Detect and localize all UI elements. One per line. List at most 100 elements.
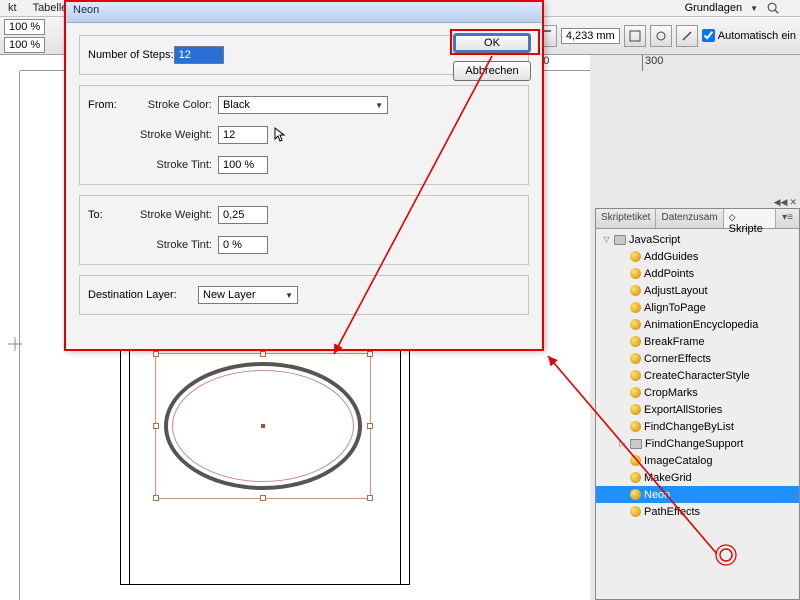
stroke-color-dropdown[interactable]: Black▼ — [218, 96, 388, 114]
panel-close-icon[interactable]: ✕ — [789, 197, 797, 208]
tree-item-label: AddPoints — [644, 268, 694, 280]
disclosure-triangle-icon[interactable] — [618, 337, 627, 346]
disclosure-triangle-icon[interactable] — [618, 371, 627, 380]
selection-handle[interactable] — [153, 423, 159, 429]
disclosure-triangle-icon[interactable] — [618, 490, 627, 499]
tree-row[interactable]: FindChangeByList — [596, 418, 799, 435]
tab-skriptetiket[interactable]: Skriptetiket — [596, 209, 656, 228]
stroke-tint-from-label: Stroke Tint: — [136, 159, 218, 171]
tree-item-label: AdjustLayout — [644, 285, 708, 297]
disclosure-triangle-icon[interactable] — [602, 235, 611, 244]
effects-button[interactable] — [624, 25, 646, 47]
disclosure-triangle-icon[interactable] — [618, 269, 627, 278]
scripts-tree[interactable]: JavaScript AddGuides AddPoints AdjustLayout… — [596, 229, 799, 599]
tab-prefix-icon: ◇ — [729, 212, 736, 222]
script-icon — [630, 387, 641, 398]
script-icon — [630, 268, 641, 279]
tool-button-b[interactable] — [676, 25, 698, 47]
steps-input[interactable]: 12 — [174, 46, 224, 64]
tree-row[interactable]: AlignToPage — [596, 299, 799, 316]
stroke-weight-to-input[interactable]: 0,25 — [218, 206, 268, 224]
disclosure-triangle-icon[interactable] — [618, 422, 627, 431]
panel-collapse-icon[interactable]: ◀◀ — [774, 197, 788, 208]
script-icon — [630, 370, 641, 381]
tree-item-label: MakeGrid — [644, 472, 692, 484]
zoom-y-field[interactable]: 100 % — [4, 37, 45, 53]
tree-item-label: JavaScript — [629, 234, 680, 246]
tree-item-label: ExportAllStories — [644, 404, 722, 416]
cursor-crosshair-icon — [8, 337, 22, 351]
selection-handle[interactable] — [367, 495, 373, 501]
tree-item-label: ImageCatalog — [644, 455, 713, 467]
scripts-panel: ◀◀ ✕ Skriptetiket Datenzusam ◇ Skripte ▾… — [595, 208, 800, 600]
tree-row[interactable]: AdjustLayout — [596, 282, 799, 299]
selection-handle[interactable] — [260, 351, 266, 357]
workspace-label[interactable]: Grundlagen — [685, 2, 743, 14]
tree-item-label: CreateCharacterStyle — [644, 370, 750, 382]
panel-tabs: Skriptetiket Datenzusam ◇ Skripte ▾≡ — [596, 209, 799, 229]
menu-item-kt[interactable]: kt — [0, 0, 25, 16]
disclosure-triangle-icon[interactable] — [618, 405, 627, 414]
tree-row[interactable]: PathEffects — [596, 503, 799, 520]
selection-handle[interactable] — [153, 495, 159, 501]
tree-item-label: AlignToPage — [644, 302, 706, 314]
script-icon — [630, 336, 641, 347]
script-icon — [630, 404, 641, 415]
selection-handle[interactable] — [260, 495, 266, 501]
chevron-down-icon: ▼ — [750, 4, 758, 13]
ruler-tick: 300 — [642, 55, 663, 71]
disclosure-triangle-icon[interactable] — [618, 286, 627, 295]
dest-layer-dropdown[interactable]: New Layer▼ — [198, 286, 298, 304]
selection-center-handle[interactable] — [261, 424, 265, 428]
tree-item-label: PathEffects — [644, 506, 700, 518]
ok-button[interactable]: OK — [453, 33, 531, 53]
selection-handle[interactable] — [367, 423, 373, 429]
tool-button-a[interactable] — [650, 25, 672, 47]
to-label: To: — [88, 209, 136, 221]
disclosure-triangle-icon[interactable] — [618, 252, 627, 261]
panel-controls: ◀◀ ✕ — [774, 197, 797, 208]
disclosure-triangle-icon[interactable] — [618, 320, 627, 329]
auto-checkbox[interactable]: Automatisch ein — [702, 29, 796, 42]
tree-item-label: CropMarks — [644, 387, 698, 399]
disclosure-triangle-icon[interactable] — [618, 354, 627, 363]
stroke-weight-from-input[interactable]: 12 — [218, 126, 268, 144]
selection-handle[interactable] — [153, 351, 159, 357]
tree-row[interactable]: CornerEffects — [596, 350, 799, 367]
search-icon[interactable] — [766, 1, 780, 15]
stroke-tint-from-input[interactable]: 100 % — [218, 156, 268, 174]
panel-menu-icon[interactable]: ▾≡ — [776, 209, 799, 228]
disclosure-triangle-icon[interactable] — [618, 388, 627, 397]
tree-row[interactable]: AnimationEncyclopedia — [596, 316, 799, 333]
cancel-button[interactable]: Abbrechen — [453, 61, 531, 81]
chevron-down-icon: ▼ — [285, 291, 293, 300]
stroke-weight-to-label: Stroke Weight: — [136, 209, 218, 221]
tree-row[interactable]: AddPoints — [596, 265, 799, 282]
tree-row[interactable]: AddGuides — [596, 248, 799, 265]
tree-item-label: FindChangeSupport — [645, 438, 743, 450]
disclosure-triangle-icon[interactable] — [618, 473, 627, 482]
disclosure-triangle-icon[interactable] — [618, 507, 627, 516]
tree-row[interactable]: JavaScript — [596, 231, 799, 248]
tree-row-selected[interactable]: Neon — [596, 486, 799, 503]
tree-row[interactable]: BreakFrame — [596, 333, 799, 350]
tree-row[interactable]: CreateCharacterStyle — [596, 367, 799, 384]
script-icon — [630, 506, 641, 517]
tab-skripte[interactable]: ◇ Skripte — [724, 209, 777, 228]
disclosure-triangle-icon[interactable] — [618, 439, 627, 448]
disclosure-triangle-icon[interactable] — [618, 303, 627, 312]
tree-row[interactable]: ExportAllStories — [596, 401, 799, 418]
tab-datenzusam[interactable]: Datenzusam — [656, 209, 723, 228]
stroke-tint-to-input[interactable]: 0 % — [218, 236, 268, 254]
zoom-x-field[interactable]: 100 % — [4, 19, 45, 35]
script-icon — [630, 421, 641, 432]
selection-handle[interactable] — [367, 351, 373, 357]
disclosure-triangle-icon[interactable] — [618, 456, 627, 465]
vertical-ruler — [0, 71, 20, 600]
tree-row[interactable]: MakeGrid — [596, 469, 799, 486]
dimension-field[interactable]: 4,233 mm — [561, 28, 620, 44]
tree-row[interactable]: CropMarks — [596, 384, 799, 401]
tree-row[interactable]: ImageCatalog — [596, 452, 799, 469]
selection-frame[interactable] — [155, 353, 371, 499]
tree-row[interactable]: FindChangeSupport — [596, 435, 799, 452]
